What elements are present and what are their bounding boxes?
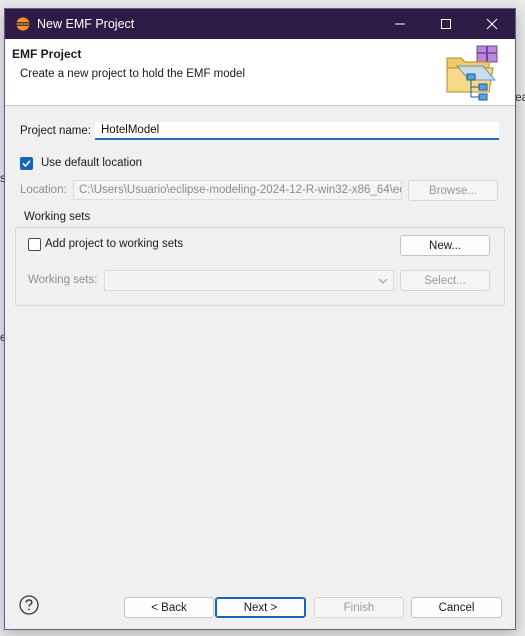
maximize-icon xyxy=(441,19,451,29)
add-to-working-sets-checkbox[interactable] xyxy=(28,238,41,251)
title-bar[interactable]: New EMF Project xyxy=(5,9,515,39)
back-button[interactable]: < Back xyxy=(124,597,214,618)
wizard-description: Create a new project to hold the EMF mod… xyxy=(20,68,246,80)
wizard-page-content: Project name: Use default location Locat… xyxy=(5,106,515,576)
minimize-button[interactable] xyxy=(377,9,423,39)
close-icon xyxy=(486,18,498,30)
wizard-title: EMF Project xyxy=(12,47,82,61)
location-label: Location: xyxy=(20,184,67,196)
browse-button[interactable]: Browse... xyxy=(408,180,498,201)
project-folder-icon xyxy=(443,44,505,102)
working-sets-group-label: Working sets xyxy=(24,211,91,223)
help-icon[interactable] xyxy=(19,595,39,615)
chevron-down-icon xyxy=(378,278,388,284)
working-sets-label: Working sets: xyxy=(28,274,98,286)
project-name-input[interactable] xyxy=(95,122,499,140)
use-default-location-label[interactable]: Use default location xyxy=(41,157,142,169)
eclipse-icon xyxy=(15,16,31,32)
maximize-button[interactable] xyxy=(423,9,469,39)
wizard-footer: < Back Next > Finish Cancel xyxy=(5,587,515,629)
close-button[interactable] xyxy=(469,9,515,39)
add-to-working-sets-label[interactable]: Add project to working sets xyxy=(45,238,183,250)
location-input[interactable]: C:\Users\Usuario\eclipse-modeling-2024-1… xyxy=(73,180,402,200)
use-default-location-checkbox[interactable] xyxy=(20,157,33,170)
finish-button[interactable]: Finish xyxy=(314,597,404,618)
select-working-sets-button[interactable]: Select... xyxy=(400,270,490,291)
new-emf-project-dialog: New EMF Project EMF Project Create a new… xyxy=(4,8,516,630)
wizard-header: EMF Project Create a new project to hold… xyxy=(5,39,515,106)
new-working-set-button[interactable]: New... xyxy=(400,235,490,256)
cancel-button[interactable]: Cancel xyxy=(411,597,502,618)
minimize-icon xyxy=(395,23,405,25)
working-sets-combo[interactable] xyxy=(104,270,394,291)
project-name-label: Project name: xyxy=(20,125,91,137)
window-title: New EMF Project xyxy=(37,17,135,31)
next-button[interactable]: Next > xyxy=(215,597,306,618)
background-text-fragment: ea xyxy=(515,90,525,104)
checkmark-icon xyxy=(22,160,31,168)
